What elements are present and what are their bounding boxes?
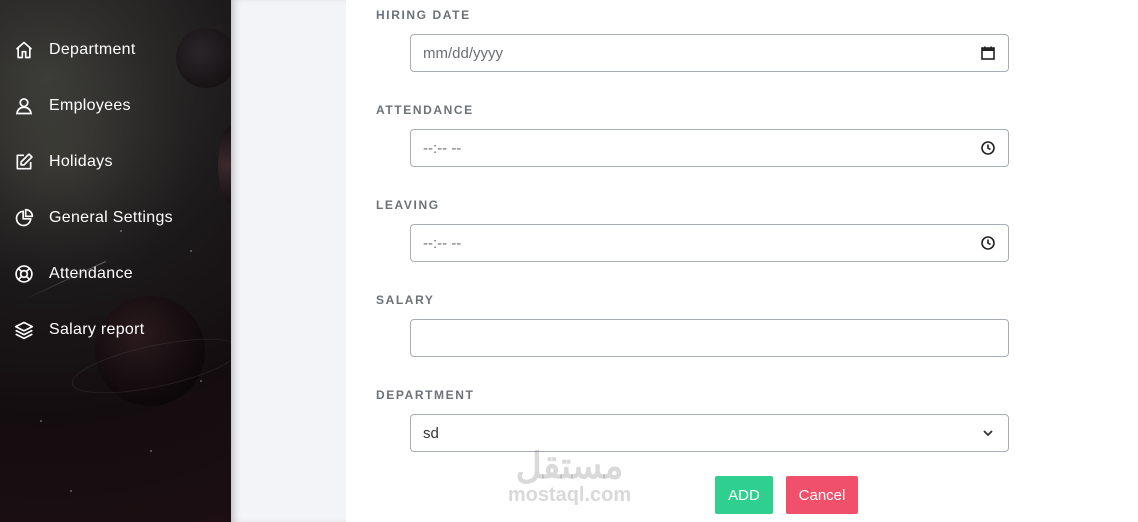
lifebuoy-icon	[15, 265, 33, 283]
star-decoration	[70, 490, 72, 492]
sidebar-item-label: General Settings	[49, 209, 173, 226]
salary-input[interactable]	[410, 319, 1009, 357]
department-selected-value: sd	[423, 424, 439, 442]
edit-icon	[16, 153, 33, 170]
department-label: DEPARTMENT	[376, 388, 475, 402]
watermark-arabic: مستقل	[515, 445, 624, 486]
star-decoration	[200, 380, 202, 382]
sidebar-item-attendance[interactable]: Attendance	[0, 246, 231, 302]
leaving-label: LEAVING	[376, 198, 440, 212]
hiring-date-label: HIRING DATE	[376, 8, 471, 22]
sidebar-item-employees[interactable]: Employees	[0, 78, 231, 134]
sidebar-item-general-settings[interactable]: General Settings	[0, 190, 231, 246]
department-select[interactable]: sd	[410, 414, 1009, 452]
sidebar-menu: Department Employees Holidays General Se…	[0, 22, 231, 358]
attendance-time-input[interactable]: --:-- --	[410, 129, 1009, 167]
sidebar-item-label: Salary report	[49, 321, 145, 338]
salary-label: SALARY	[376, 293, 435, 307]
star-decoration	[40, 420, 42, 422]
sidebar-item-department[interactable]: Department	[0, 22, 231, 78]
calendar-icon[interactable]	[980, 45, 996, 61]
sidebar-item-label: Employees	[49, 97, 131, 114]
pie-chart-icon	[15, 208, 34, 227]
sidebar: Department Employees Holidays General Se…	[0, 0, 231, 522]
star-decoration	[150, 450, 152, 452]
sidebar-item-label: Department	[49, 41, 136, 58]
home-icon	[15, 41, 33, 59]
leaving-placeholder: --:-- --	[423, 234, 462, 252]
chevron-down-icon	[983, 430, 993, 437]
layers-icon	[14, 321, 34, 340]
attendance-label: ATTENDANCE	[376, 103, 474, 117]
add-button[interactable]: ADD	[715, 476, 773, 514]
content-gutter	[231, 0, 346, 522]
clock-icon[interactable]	[980, 140, 996, 156]
sidebar-item-label: Holidays	[49, 153, 113, 170]
user-icon	[15, 98, 33, 115]
sidebar-item-salary-report[interactable]: Salary report	[0, 302, 231, 358]
leaving-time-input[interactable]: --:-- --	[410, 224, 1009, 262]
cancel-button[interactable]: Cancel	[786, 476, 858, 514]
sidebar-item-holidays[interactable]: Holidays	[0, 134, 231, 190]
watermark-latin: mostaql.com	[507, 484, 632, 506]
clock-icon[interactable]	[980, 235, 996, 251]
sidebar-item-label: Attendance	[49, 265, 133, 282]
hiring-date-placeholder: mm/dd/yyyy	[423, 44, 504, 62]
watermark: مستقل mostaql.com	[497, 445, 642, 507]
attendance-placeholder: --:-- --	[423, 139, 462, 157]
hiring-date-input[interactable]: mm/dd/yyyy	[410, 34, 1009, 72]
